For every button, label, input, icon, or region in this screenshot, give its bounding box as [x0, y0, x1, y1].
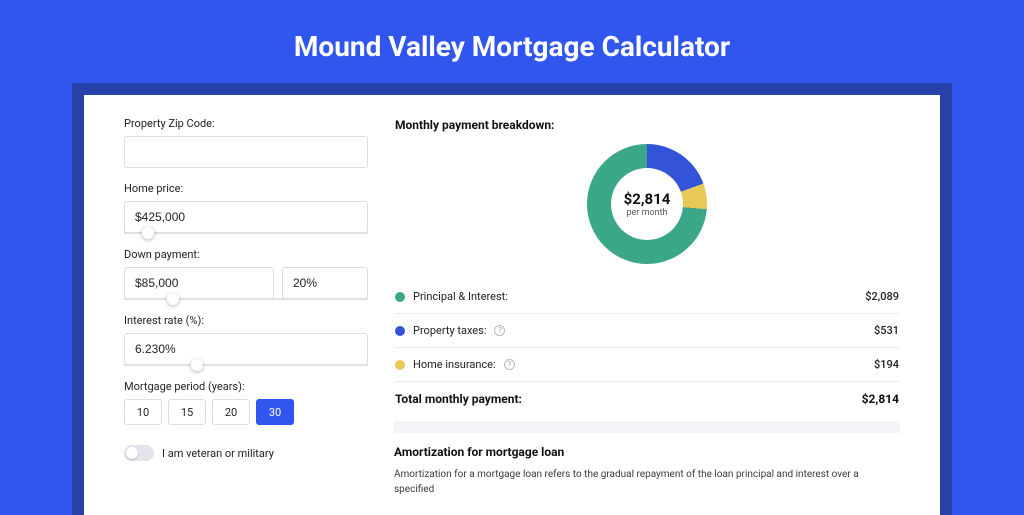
donut-chart: $2,814 per month [587, 144, 707, 264]
amortization-body: Amortization for a mortgage loan refers … [394, 467, 900, 497]
period-option-15[interactable]: 15 [168, 399, 206, 425]
down-payment-pct-input[interactable] [282, 267, 368, 299]
interest-slider-thumb[interactable] [191, 359, 203, 371]
interest-input[interactable] [124, 333, 368, 365]
interest-slider[interactable] [124, 364, 368, 366]
home-price-slider-thumb[interactable] [142, 227, 154, 239]
info-icon[interactable]: ? [494, 325, 505, 336]
down-payment-slider-thumb[interactable] [167, 293, 179, 305]
home-price-input[interactable] [124, 201, 368, 233]
breakdown-title: Monthly payment breakdown: [395, 118, 899, 132]
card-frame: Property Zip Code: Home price: Down paym… [72, 83, 952, 515]
donut-sub: per month [626, 208, 667, 218]
inputs-column: Property Zip Code: Home price: Down paym… [84, 95, 382, 515]
dot-icon [395, 360, 405, 370]
dot-icon [395, 292, 405, 302]
donut-wrap: $2,814 per month [395, 138, 899, 282]
divider [395, 381, 899, 382]
veteran-toggle-dot [126, 447, 138, 459]
period-option-10[interactable]: 10 [124, 399, 162, 425]
zip-input[interactable] [124, 136, 368, 168]
down-payment-input[interactable] [124, 267, 274, 299]
legend-tax: Property taxes: ? $531 [395, 316, 899, 345]
zip-group: Property Zip Code: [124, 117, 368, 168]
interest-group: Interest rate (%): [124, 314, 368, 366]
period-option-20[interactable]: 20 [212, 399, 250, 425]
interest-label: Interest rate (%): [124, 314, 368, 327]
dot-icon [395, 326, 405, 336]
calculator-card: Property Zip Code: Home price: Down paym… [84, 95, 940, 515]
home-price-group: Home price: [124, 182, 368, 234]
legend-pi-value: $2,089 [865, 290, 899, 303]
page-title: Mound Valley Mortgage Calculator [0, 0, 1024, 83]
period-option-30[interactable]: 30 [256, 399, 294, 425]
legend-ins-value: $194 [874, 358, 899, 371]
amortization-panel: Amortization for mortgage loan Amortizat… [394, 421, 900, 497]
period-group: Mortgage period (years): 10 15 20 30 [124, 380, 368, 425]
legend-ins-label: Home insurance: [413, 358, 496, 371]
donut-value: $2,814 [624, 190, 671, 208]
period-options: 10 15 20 30 [124, 399, 368, 425]
down-payment-group: Down payment: [124, 248, 368, 300]
home-price-slider[interactable] [124, 232, 368, 234]
divider [395, 313, 899, 314]
amortization-heading: Amortization for mortgage loan [394, 445, 900, 459]
legend-pi-label: Principal & Interest: [413, 290, 508, 303]
results-column: Monthly payment breakdown: $2,814 per mo… [382, 95, 940, 515]
donut-center: $2,814 per month [611, 168, 683, 240]
veteran-toggle[interactable] [124, 445, 154, 461]
total-label: Total monthly payment: [395, 392, 522, 406]
legend-ins: Home insurance: ? $194 [395, 350, 899, 379]
down-payment-slider[interactable] [124, 298, 368, 300]
total-value: $2,814 [862, 392, 899, 406]
veteran-row: I am veteran or military [124, 445, 368, 461]
veteran-label: I am veteran or military [162, 447, 274, 460]
divider [395, 347, 899, 348]
legend-pi: Principal & Interest: $2,089 [395, 282, 899, 311]
down-payment-label: Down payment: [124, 248, 368, 261]
zip-label: Property Zip Code: [124, 117, 368, 130]
breakdown-panel: Monthly payment breakdown: $2,814 per mo… [394, 117, 900, 421]
legend-tax-value: $531 [874, 324, 899, 337]
total-row: Total monthly payment: $2,814 [395, 384, 899, 420]
period-label: Mortgage period (years): [124, 380, 368, 393]
legend-tax-label: Property taxes: [413, 324, 486, 337]
home-price-label: Home price: [124, 182, 368, 195]
info-icon[interactable]: ? [504, 359, 515, 370]
